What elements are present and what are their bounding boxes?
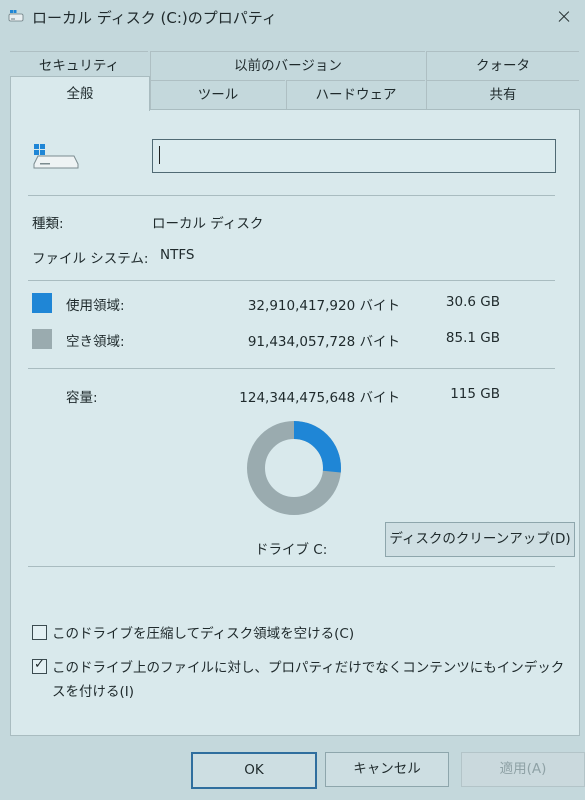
- used-space-bytes: 32,910,417,920 バイト: [247, 298, 400, 314]
- ok-button[interactable]: OK: [191, 752, 317, 789]
- disk-usage-donut: [247, 421, 341, 515]
- file-system-value: NTFS: [160, 247, 195, 263]
- type-value: ローカル ディスク: [152, 216, 264, 232]
- tab-quota[interactable]: クォータ: [426, 51, 579, 80]
- index-contents-label-line2: スを付ける(I): [52, 684, 135, 700]
- close-icon[interactable]: [541, 0, 585, 32]
- apply-button[interactable]: 適用(A): [461, 752, 585, 787]
- used-space-size: 30.6 GB: [445, 294, 500, 310]
- capacity-size: 115 GB: [450, 386, 500, 402]
- disk-cleanup-button[interactable]: ディスクのクリーンアップ(D): [385, 522, 575, 557]
- check-icon: ✓: [34, 657, 45, 672]
- index-contents-label: このドライブ上のファイルに対し、プロパティだけでなくコンテンツにもインデック: [52, 660, 565, 676]
- compress-drive-checkbox[interactable]: [32, 625, 47, 640]
- separator: [28, 280, 555, 281]
- separator: [28, 368, 555, 369]
- free-space-swatch: [32, 329, 52, 349]
- free-space-label: 空き領域:: [66, 334, 125, 350]
- compress-drive-label: このドライブを圧縮してディスク領域を空ける(C): [52, 626, 355, 642]
- separator: [28, 195, 555, 196]
- free-space-size: 85.1 GB: [445, 330, 500, 346]
- capacity-bytes: 124,344,475,648 バイト: [239, 390, 400, 406]
- tab-general[interactable]: 全般: [10, 76, 150, 111]
- free-space-bytes: 91,434,057,728 バイト: [247, 334, 400, 350]
- tab-tools[interactable]: ツール: [150, 80, 285, 109]
- drive-icon: [8, 10, 24, 22]
- text-caret: [159, 146, 160, 164]
- file-system-label: ファイル システム:: [32, 251, 149, 267]
- title-bar: ローカル ディスク (C:)のプロパティ: [0, 0, 585, 34]
- used-space-label: 使用領域:: [66, 298, 125, 314]
- hard-drive-icon: [33, 144, 79, 169]
- used-space-swatch: [32, 293, 52, 313]
- window-title: ローカル ディスク (C:)のプロパティ: [32, 9, 277, 27]
- index-contents-checkbox[interactable]: ✓: [32, 657, 47, 674]
- drive-label: ドライブ C:: [255, 542, 328, 558]
- capacity-label: 容量:: [66, 390, 98, 406]
- tab-previous-versions[interactable]: 以前のバージョン: [150, 51, 425, 80]
- tab-sharing[interactable]: 共有: [426, 80, 579, 109]
- tab-hardware[interactable]: ハードウェア: [286, 80, 425, 109]
- separator: [28, 566, 555, 567]
- drive-name-input[interactable]: [152, 139, 556, 173]
- cancel-button[interactable]: キャンセル: [325, 752, 449, 787]
- type-label: 種類:: [32, 216, 64, 232]
